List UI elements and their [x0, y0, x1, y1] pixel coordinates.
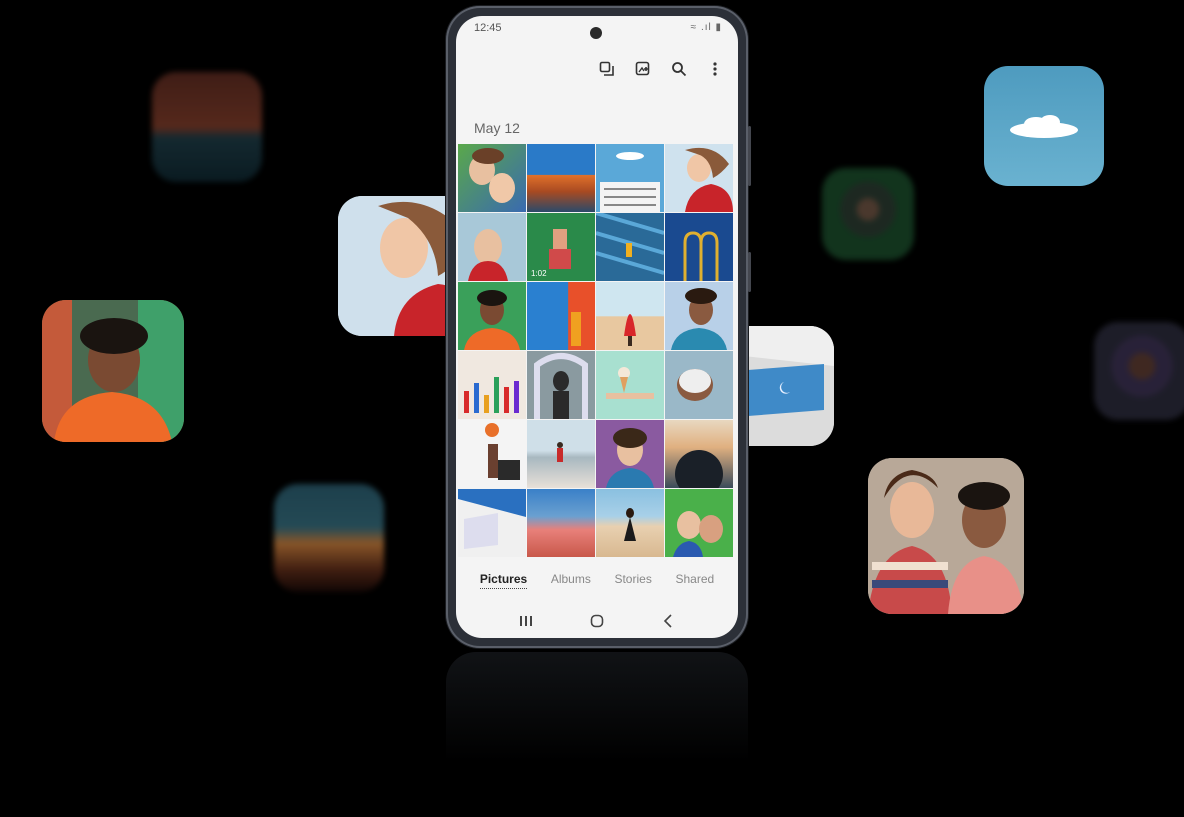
photo-thumbnail[interactable]: [527, 420, 595, 488]
photo-thumbnail[interactable]: [665, 282, 733, 350]
side-button: [748, 252, 751, 292]
recent-apps-icon[interactable]: [515, 610, 537, 632]
photo-thumbnail[interactable]: [665, 351, 733, 419]
photo-thumbnail[interactable]: [596, 420, 664, 488]
status-icons: ≈ .ıl ▮: [690, 22, 722, 33]
photo-thumbnail[interactable]: [458, 351, 526, 419]
create-icon[interactable]: [634, 60, 652, 78]
photo-thumbnail[interactable]: [665, 489, 733, 557]
gallery-screen: 12:45 ≈ .ıl ▮ May 12 1:02 Pictures Album…: [456, 16, 738, 638]
tab-shared[interactable]: Shared: [675, 572, 714, 589]
photo-grid: 1:02: [458, 144, 734, 557]
floating-photo-person-green-blurred: [822, 168, 914, 260]
photo-thumbnail[interactable]: [527, 144, 595, 212]
more-icon[interactable]: [706, 60, 724, 78]
photo-thumbnail[interactable]: [665, 213, 733, 281]
photo-thumbnail[interactable]: [458, 144, 526, 212]
home-icon[interactable]: [586, 610, 608, 632]
phone-device: 12:45 ≈ .ıl ▮ May 12 1:02 Pictures Album…: [446, 6, 751, 648]
floating-photo-man-orange-hoodie: [42, 300, 184, 442]
photo-thumbnail[interactable]: [596, 489, 664, 557]
photo-thumbnail[interactable]: [596, 351, 664, 419]
photo-thumbnail[interactable]: [527, 489, 595, 557]
gallery-tabs: Pictures Albums Stories Shared: [456, 572, 738, 589]
photo-thumbnail[interactable]: [596, 144, 664, 212]
status-time: 12:45: [474, 22, 502, 34]
floating-photo-person-blurred: [1094, 322, 1184, 420]
status-bar: 12:45 ≈ .ıl ▮: [456, 16, 738, 46]
video-thumbnail[interactable]: 1:02: [527, 213, 595, 281]
cloud-icon: [1010, 115, 1078, 138]
photo-thumbnail[interactable]: [458, 213, 526, 281]
photo-thumbnail[interactable]: [665, 144, 733, 212]
photo-thumbnail[interactable]: [458, 420, 526, 488]
floating-photo-couple-selfie: [868, 458, 1024, 614]
system-nav-bar: [456, 610, 738, 632]
gallery-toolbar: [598, 60, 724, 78]
search-icon[interactable]: [670, 60, 688, 78]
photo-thumbnail[interactable]: [458, 489, 526, 557]
tab-albums[interactable]: Albums: [551, 572, 591, 589]
photo-thumbnail[interactable]: [527, 351, 595, 419]
photo-thumbnail[interactable]: [596, 213, 664, 281]
side-button: [748, 126, 751, 186]
video-duration: 1:02: [531, 269, 547, 278]
front-camera: [590, 27, 602, 39]
photo-thumbnail[interactable]: [665, 420, 733, 488]
back-icon[interactable]: [657, 610, 679, 632]
photo-thumbnail[interactable]: [596, 282, 664, 350]
floating-photo-desert-blurred: [274, 484, 384, 592]
tab-stories[interactable]: Stories: [614, 572, 651, 589]
floating-photo-sunset-blurred: [152, 72, 262, 182]
photo-thumbnail[interactable]: [527, 282, 595, 350]
phone-reflection: [446, 652, 748, 762]
date-header: May 12: [474, 120, 520, 136]
floating-photo-cloud: [984, 66, 1104, 186]
multiselect-icon[interactable]: [598, 60, 616, 78]
photo-thumbnail[interactable]: [458, 282, 526, 350]
tab-pictures[interactable]: Pictures: [479, 572, 528, 589]
